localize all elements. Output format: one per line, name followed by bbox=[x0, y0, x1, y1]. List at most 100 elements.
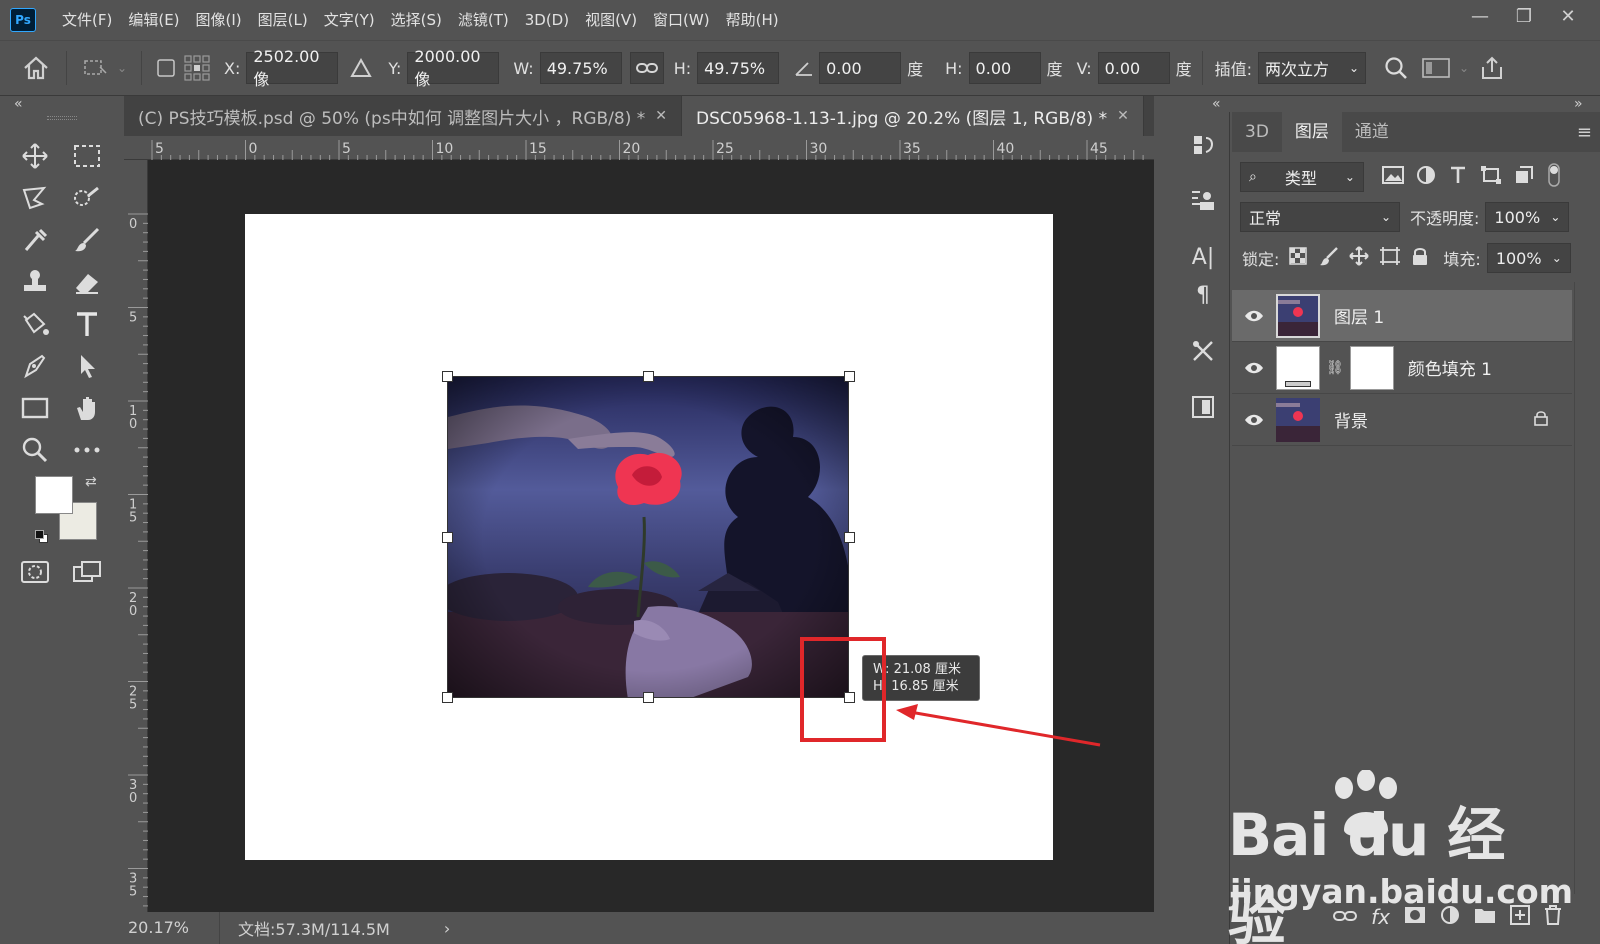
transform-handle-bl[interactable] bbox=[442, 692, 453, 703]
zoom-tool-icon[interactable] bbox=[15, 432, 55, 468]
transform-handle-tc[interactable] bbox=[643, 371, 654, 382]
transform-handle-ml[interactable] bbox=[442, 532, 453, 543]
share-icon[interactable] bbox=[1472, 55, 1512, 81]
menu-edit[interactable]: 编辑(E) bbox=[120, 0, 187, 40]
blend-mode-select[interactable]: 正常 ⌄ bbox=[1240, 202, 1400, 232]
chevron-down-icon[interactable]: ⌄ bbox=[1456, 61, 1472, 75]
transform-tool-icon[interactable] bbox=[77, 57, 113, 79]
filter-toggle-icon[interactable] bbox=[1548, 163, 1560, 191]
tab-dsc05968[interactable]: DSC05968-1.13-1.jpg @ 20.2% (图层 1, RGB/8… bbox=[681, 96, 1144, 136]
layer-filter-select[interactable]: ⌕ 类型 ⌄ bbox=[1240, 162, 1364, 192]
history-icon[interactable] bbox=[1186, 128, 1220, 162]
layer-image-rose[interactable] bbox=[447, 376, 849, 698]
tool-presets-icon[interactable] bbox=[1186, 334, 1220, 368]
marquee-tool-icon[interactable] bbox=[67, 138, 107, 174]
menu-view[interactable]: 视图(V) bbox=[577, 0, 645, 40]
transform-handle-tr[interactable] bbox=[844, 371, 855, 382]
zoom-level[interactable]: 20.17% bbox=[124, 912, 220, 944]
chevron-down-icon[interactable]: ⌄ bbox=[113, 61, 131, 75]
layer-row-layer1[interactable]: 图层 1 bbox=[1232, 290, 1572, 342]
relative-position-icon[interactable] bbox=[344, 58, 378, 78]
hand-tool-icon[interactable] bbox=[67, 390, 107, 426]
properties-icon[interactable] bbox=[1186, 184, 1220, 218]
eyedropper-tool-icon[interactable] bbox=[15, 222, 55, 258]
panel-scrollbar[interactable] bbox=[1574, 282, 1598, 894]
type-tool-icon[interactable] bbox=[67, 306, 107, 342]
rotate-angle-field[interactable]: 0.00 bbox=[819, 52, 902, 84]
quick-select-tool-icon[interactable] bbox=[67, 180, 107, 216]
foreground-color-swatch[interactable] bbox=[35, 476, 73, 514]
reference-point-grid-icon[interactable] bbox=[180, 54, 214, 82]
tab-channels[interactable]: 通道 bbox=[1342, 112, 1402, 152]
close-window-button[interactable]: ✕ bbox=[1546, 0, 1590, 32]
swap-colors-icon[interactable]: ⇄ bbox=[85, 474, 97, 490]
move-tool-icon[interactable] bbox=[15, 138, 55, 174]
eraser-tool-icon[interactable] bbox=[67, 264, 107, 300]
height-percent-field[interactable]: 49.75% bbox=[697, 52, 780, 84]
menu-select[interactable]: 选择(S) bbox=[383, 0, 450, 40]
character-icon[interactable]: A| bbox=[1186, 240, 1220, 274]
transform-handle-mr[interactable] bbox=[844, 532, 855, 543]
lock-position-icon[interactable] bbox=[1349, 246, 1370, 270]
v-skew-field[interactable]: 0.00 bbox=[1097, 52, 1170, 84]
fill-field[interactable]: 100% ⌄ bbox=[1486, 243, 1571, 273]
mask-link-icon[interactable]: ⛓ bbox=[1326, 360, 1344, 376]
lock-pixels-icon[interactable] bbox=[1319, 246, 1339, 270]
filter-shape-icon[interactable] bbox=[1480, 165, 1502, 189]
menu-help[interactable]: 帮助(H) bbox=[718, 0, 787, 40]
quick-mask-icon[interactable] bbox=[15, 554, 55, 590]
visibility-eye-icon[interactable] bbox=[1232, 310, 1276, 322]
panel-collapse-icon[interactable]: « bbox=[1212, 96, 1221, 112]
menu-type[interactable]: 文字(Y) bbox=[316, 0, 383, 40]
layer-row-color-fill[interactable]: ⛓ 颜色填充 1 bbox=[1232, 342, 1572, 394]
width-percent-field[interactable]: 49.75% bbox=[539, 52, 622, 84]
opacity-field[interactable]: 100% ⌄ bbox=[1485, 202, 1570, 232]
home-icon[interactable] bbox=[16, 55, 56, 81]
menu-filter[interactable]: 滤镜(T) bbox=[450, 0, 517, 40]
interpolation-select[interactable]: 两次立方 ⌄ bbox=[1258, 52, 1367, 84]
lock-all-icon[interactable] bbox=[1411, 246, 1429, 270]
lock-artboard-icon[interactable] bbox=[1379, 246, 1401, 270]
visibility-eye-icon[interactable] bbox=[1232, 414, 1276, 426]
drag-grip[interactable] bbox=[47, 116, 77, 120]
panel-menu-icon[interactable]: ≡ bbox=[1577, 122, 1592, 143]
tab-3d[interactable]: 3D bbox=[1232, 112, 1282, 152]
layer-row-background[interactable]: 背景 bbox=[1232, 394, 1572, 446]
lasso-tool-icon[interactable] bbox=[15, 180, 55, 216]
search-icon[interactable] bbox=[1376, 56, 1416, 80]
filter-pixel-icon[interactable] bbox=[1382, 166, 1404, 188]
pen-tool-icon[interactable] bbox=[15, 348, 55, 384]
reference-point-checkbox[interactable] bbox=[152, 59, 180, 77]
tab-psd-template[interactable]: (C) PS技巧模板.psd @ 50% (ps中如何 调整图片大小 ，RGB/… bbox=[124, 96, 682, 136]
more-tools-icon[interactable] bbox=[67, 432, 107, 468]
menu-window[interactable]: 窗口(W) bbox=[645, 0, 718, 40]
y-position-field[interactable]: 2000.00 像 bbox=[407, 47, 500, 89]
panel-expand-icon[interactable]: » bbox=[1574, 96, 1583, 112]
close-icon[interactable]: ✕ bbox=[1117, 108, 1129, 124]
filter-smart-object-icon[interactable] bbox=[1514, 165, 1534, 189]
filter-type-icon[interactable] bbox=[1448, 165, 1468, 189]
close-icon[interactable]: ✕ bbox=[655, 108, 667, 124]
filter-adjustment-icon[interactable] bbox=[1416, 165, 1436, 189]
restore-button[interactable]: ❐ bbox=[1502, 0, 1546, 32]
default-colors-icon[interactable] bbox=[35, 530, 49, 544]
paint-bucket-tool-icon[interactable] bbox=[15, 306, 55, 342]
workspace-icon[interactable] bbox=[1416, 57, 1456, 79]
minimize-button[interactable]: — bbox=[1458, 0, 1502, 32]
menu-layer[interactable]: 图层(L) bbox=[250, 0, 316, 40]
menu-file[interactable]: 文件(F) bbox=[54, 0, 120, 40]
stamp-tool-icon[interactable] bbox=[15, 264, 55, 300]
brush-tool-icon[interactable] bbox=[67, 222, 107, 258]
h-skew-field[interactable]: 0.00 bbox=[968, 52, 1041, 84]
menu-image[interactable]: 图像(I) bbox=[188, 0, 250, 40]
libraries-icon[interactable] bbox=[1186, 390, 1220, 424]
x-position-field[interactable]: 2502.00 像 bbox=[246, 47, 339, 89]
link-icon[interactable] bbox=[629, 52, 664, 84]
vertical-scrollbar[interactable] bbox=[1154, 136, 1174, 912]
screen-mode-icon[interactable] bbox=[67, 554, 107, 590]
status-menu-arrow[interactable]: › bbox=[444, 919, 450, 938]
transform-handle-bc[interactable] bbox=[643, 692, 654, 703]
rectangle-tool-icon[interactable] bbox=[15, 390, 55, 426]
visibility-eye-icon[interactable] bbox=[1232, 362, 1276, 374]
lock-transparent-icon[interactable] bbox=[1289, 247, 1308, 269]
